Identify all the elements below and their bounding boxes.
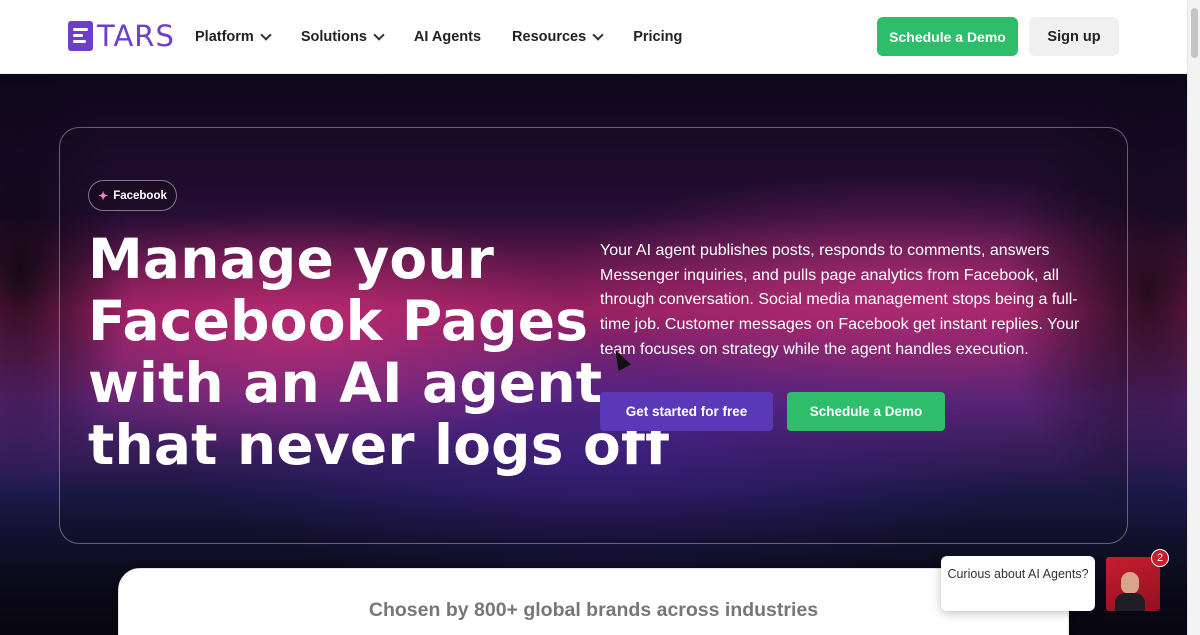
hero-title: Manage your Facebook Pages with an AI ag… [88,227,670,477]
page-scrollbar[interactable] [1187,0,1200,635]
chevron-down-icon [592,29,604,41]
facebook-badge: ✦ Facebook [88,180,177,211]
hero-schedule-demo-button[interactable]: Schedule a Demo [787,392,945,431]
sparkle-icon: ✦ [98,188,109,203]
nav-item-solutions[interactable]: Solutions [300,27,385,47]
logo-icon [68,21,93,51]
badge-label: Facebook [113,189,167,202]
nav-item-pricing[interactable]: Pricing [633,27,682,47]
brands-section: Chosen by 800+ global brands across indu… [118,568,1069,635]
hero-title-line: that never logs off [88,413,670,477]
nav-item-resources[interactable]: Resources [512,27,604,47]
hero-title-line: Facebook Pages [88,289,589,353]
avatar-shirt [1115,593,1145,611]
nav-label: Resources [512,29,587,45]
hero-title-line: with an AI agent [88,351,603,415]
scrollbar-thumb[interactable] [1191,8,1198,58]
nav-label: AI Agents [413,29,482,45]
chat-launcher-avatar[interactable] [1106,557,1160,611]
schedule-demo-button[interactable]: Schedule a Demo [877,17,1018,56]
nav-label: Platform [195,29,254,45]
hero-description: Your AI agent publishes posts, responds … [600,242,1080,358]
logo-text: TARS [97,19,175,53]
brands-title: Chosen by 800+ global brands across indu… [368,599,819,621]
nav-item-ai-agents[interactable]: AI Agents [414,27,481,47]
avatar-face [1121,572,1139,594]
get-started-button[interactable]: Get started for free [600,392,773,431]
notification-badge: 2 [1151,549,1169,567]
sign-up-button[interactable]: Sign up [1029,17,1119,56]
chevron-down-icon [260,29,272,41]
chat-prompt-bubble[interactable]: Curious about AI Agents? [941,556,1095,611]
tars-logo[interactable]: TARS [68,21,175,51]
main-nav: Platform Solutions AI Agents Resources P… [195,27,713,47]
nav-label: Pricing [633,29,683,45]
chevron-down-icon [373,29,385,41]
hero-title-line: Manage your [88,227,495,291]
nav-item-platform[interactable]: Platform [195,27,272,47]
nav-label: Solutions [300,29,367,45]
site-header: TARS Platform Solutions AI Agents Resour… [0,0,1187,74]
